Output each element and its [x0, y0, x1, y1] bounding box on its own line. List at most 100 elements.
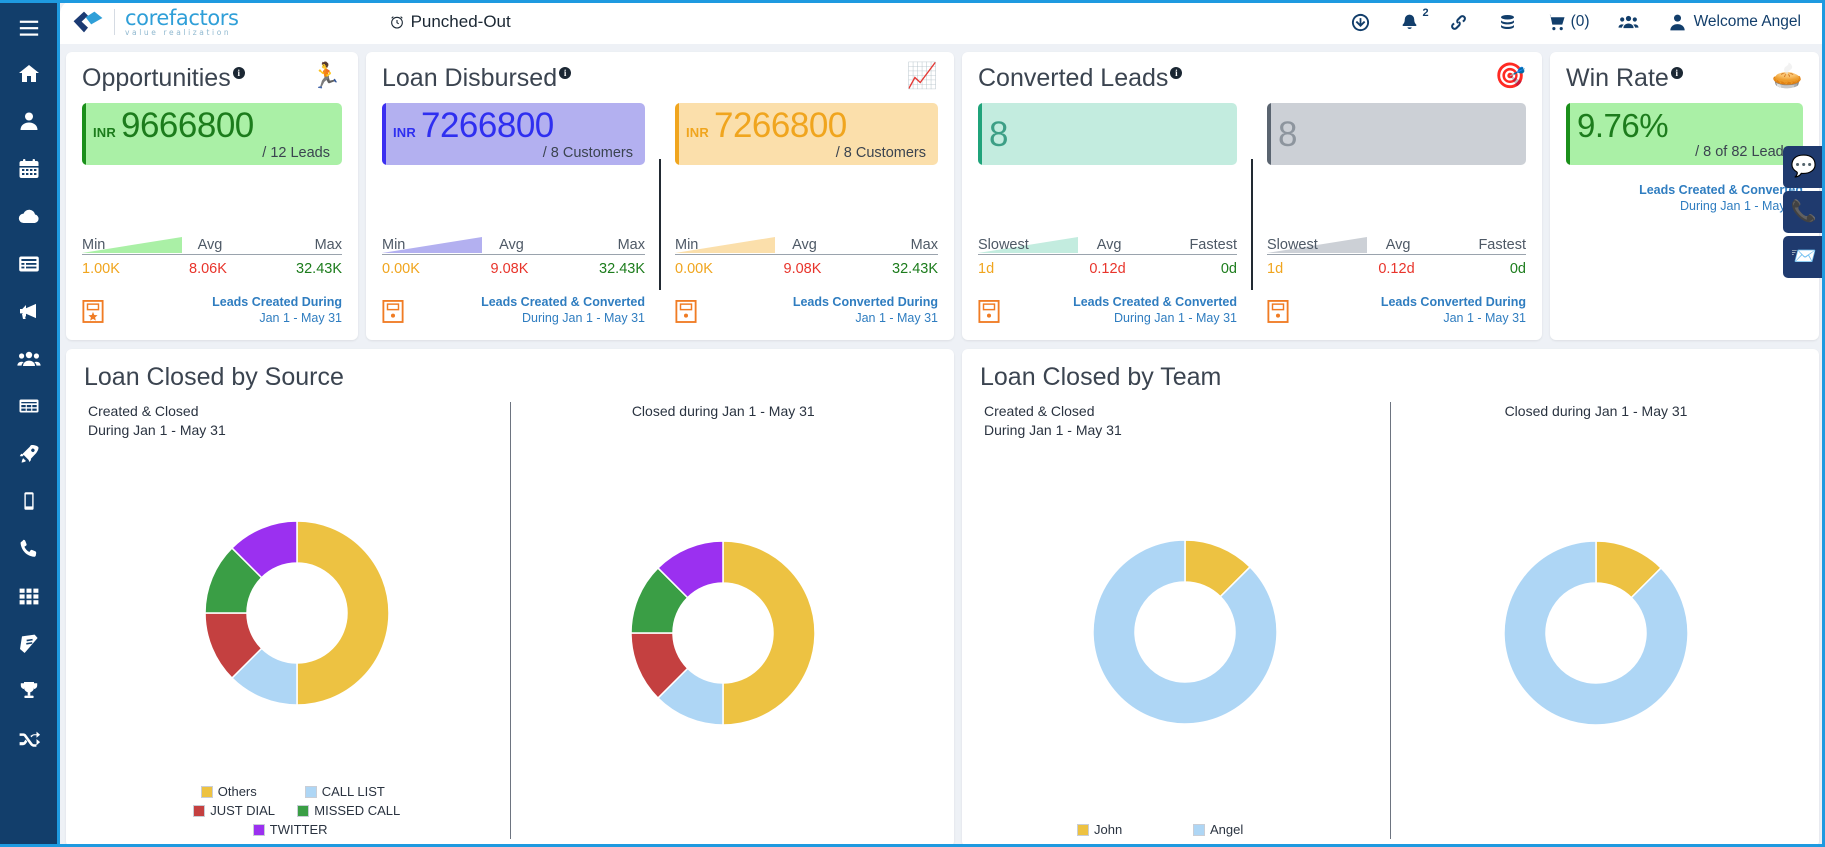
- clipboard-icon[interactable]: [1267, 298, 1289, 324]
- donut-chart[interactable]: [623, 533, 823, 733]
- legend-item[interactable]: CALL LIST: [304, 784, 393, 799]
- info-icon[interactable]: i: [559, 67, 572, 79]
- kpi-card-loan-disbursed: Loan Disbursed i 📈 INR 7266800 / 8 Custo…: [366, 52, 954, 340]
- label-min: Min: [82, 237, 106, 253]
- currency-label: INR: [686, 124, 709, 140]
- clipboard-icon[interactable]: [675, 298, 697, 324]
- sidebar-item-shuffle-icon[interactable]: [0, 715, 59, 763]
- sidebar-item-calendar-icon[interactable]: [0, 145, 59, 193]
- legend-item[interactable]: JUST DIAL: [193, 803, 281, 818]
- minmax-section: Min Avg Max 0.00K 9.08K 32.43K: [382, 231, 645, 277]
- brand-logo[interactable]: corefactors value realization: [72, 7, 239, 37]
- donut-chart[interactable]: [1085, 532, 1285, 732]
- footer-line1: Leads Converted During: [792, 295, 938, 310]
- kpi-panel: INR 7266800 / 8 Customers Min Avg Max 0.…: [382, 103, 645, 330]
- card-title: Converted Leads i: [978, 64, 1183, 93]
- card-footer: Leads Created & Converted During Jan 1 -…: [978, 292, 1237, 330]
- clipboard-icon[interactable]: [382, 298, 404, 324]
- minmax-values: 1d 0.12d 0d: [978, 261, 1237, 277]
- kpi-panel: INR 7266800 / 8 Customers Min Avg Max 0.…: [675, 103, 938, 330]
- value-max: 32.43K: [296, 261, 342, 277]
- donut-chart[interactable]: [197, 513, 397, 713]
- coins-icon[interactable]: [1497, 12, 1518, 33]
- info-icon[interactable]: i: [1170, 67, 1183, 79]
- sidebar-item-phone-icon[interactable]: [0, 525, 59, 573]
- footer-line1: Leads Created & Converted: [1639, 183, 1803, 198]
- clipboard-icon[interactable]: [978, 298, 1000, 324]
- sidebar-item-user-icon[interactable]: [0, 98, 59, 146]
- cart-icon[interactable]: (0): [1546, 12, 1590, 33]
- chart-card-loan-closed-by-source: Loan Closed by Source Created & Closed D…: [66, 349, 954, 847]
- card-panels: INR 7266800 / 8 Customers Min Avg Max 0.…: [382, 103, 938, 330]
- sidebar-item-users-icon[interactable]: [0, 335, 59, 383]
- welcome-user[interactable]: Welcome Angel: [1667, 12, 1801, 33]
- sidebar-item-megaphone-icon[interactable]: [0, 288, 59, 336]
- legend-item[interactable]: John: [1077, 822, 1177, 837]
- header-actions: 2 (0) Welcome Angel: [1350, 7, 1801, 33]
- sidebar-item-book-icon[interactable]: [0, 620, 59, 668]
- chart-title: Loan Closed by Source: [84, 363, 344, 391]
- info-icon[interactable]: i: [1670, 67, 1683, 79]
- legend-label: CALL LIST: [321, 784, 385, 799]
- sidebar-item-rocket-icon[interactable]: [0, 430, 59, 478]
- label-avg: Avg: [197, 237, 223, 253]
- value-avg: 9.08K: [490, 261, 529, 277]
- legend-item[interactable]: TWITTER: [252, 822, 341, 837]
- top-header: corefactors value realization Punched-Ou…: [60, 0, 1825, 44]
- metric-box: INR 7266800 / 8 Customers: [675, 103, 938, 165]
- donut-slice[interactable]: [1092, 539, 1278, 725]
- caption-line2: During Jan 1 - May 31: [984, 421, 1122, 438]
- chart-subchart-closed-during: Closed during Jan 1 - May 31: [1390, 402, 1801, 839]
- download-icon[interactable]: [1350, 12, 1371, 33]
- email-icon[interactable]: 📨: [1783, 236, 1825, 278]
- legend-label: John: [1094, 822, 1123, 837]
- card-title: Opportunities i: [82, 64, 245, 93]
- punch-status[interactable]: Punched-Out: [389, 12, 511, 32]
- chat-icon[interactable]: 💬: [1783, 146, 1825, 188]
- kpi-card-converted-leads: Converted Leads i 🎯 8 Slowest Avg Fastes…: [962, 52, 1542, 340]
- users-group-icon[interactable]: [1618, 12, 1639, 33]
- sidebar-item-cloud-icon[interactable]: [0, 193, 59, 241]
- sidebar: [0, 0, 60, 847]
- kpi-panel: 8 Slowest Avg Fastest 1d 0.12d 0d Leads …: [978, 103, 1237, 330]
- donut-chart[interactable]: [1496, 533, 1696, 733]
- sidebar-item-trophy-icon[interactable]: [0, 668, 59, 716]
- accent-bar: [382, 103, 386, 165]
- sidebar-item-hamburger-icon[interactable]: [0, 6, 59, 50]
- card-title-label: Converted Leads: [978, 64, 1169, 92]
- legend-item[interactable]: Others: [200, 784, 289, 799]
- currency-label: INR: [393, 124, 416, 140]
- notification-bell-icon[interactable]: 2: [1399, 7, 1429, 33]
- value-min: 0.00K: [675, 261, 713, 277]
- phone-icon[interactable]: 📞: [1783, 191, 1825, 233]
- sidebar-item-mobile-icon[interactable]: [0, 478, 59, 526]
- legend-item[interactable]: Angel: [1193, 822, 1293, 837]
- donut-slice[interactable]: [722, 540, 816, 726]
- legend-item[interactable]: MISSED CALL: [297, 803, 400, 818]
- legend-swatch: [297, 804, 310, 817]
- card-panels: 8 Slowest Avg Fastest 1d 0.12d 0d Leads …: [978, 103, 1526, 330]
- card-title: Win Rate i: [1566, 64, 1683, 93]
- clipboard-star-icon[interactable]: [82, 298, 104, 324]
- punch-status-label: Punched-Out: [410, 12, 511, 31]
- metric-value: 7266800: [421, 105, 554, 145]
- metric-subtext: / 8 Customers: [835, 144, 926, 161]
- caption-line1: Closed during Jan 1 - May 31: [1504, 403, 1688, 419]
- card-title: Loan Disbursed i: [382, 64, 572, 93]
- donut-slice[interactable]: [296, 520, 390, 706]
- sidebar-item-home-icon[interactable]: [0, 50, 59, 98]
- donut-slice[interactable]: [1503, 540, 1689, 726]
- card-panels: INR 9666800 / 12 Leads Min Avg Max 1.00K…: [82, 103, 342, 330]
- sidebar-item-table-icon[interactable]: [0, 383, 59, 431]
- label-max: Max: [910, 237, 938, 253]
- kpi-card-opportunities: Opportunities i 🏃 INR 9666800 / 12 Leads…: [66, 52, 358, 340]
- sidebar-item-list-icon[interactable]: [0, 240, 59, 288]
- label-min: Min: [675, 237, 699, 253]
- welcome-label: Welcome Angel: [1693, 13, 1801, 30]
- chart-subchart-created-closed: Created & Closed During Jan 1 - May 31 O…: [84, 402, 510, 839]
- sidebar-item-grid-apps-icon[interactable]: [0, 573, 59, 621]
- info-icon[interactable]: i: [232, 67, 245, 79]
- link-icon[interactable]: [1448, 12, 1469, 33]
- clock-icon: [390, 16, 403, 29]
- metric-subtext: / 12 Leads: [262, 144, 330, 161]
